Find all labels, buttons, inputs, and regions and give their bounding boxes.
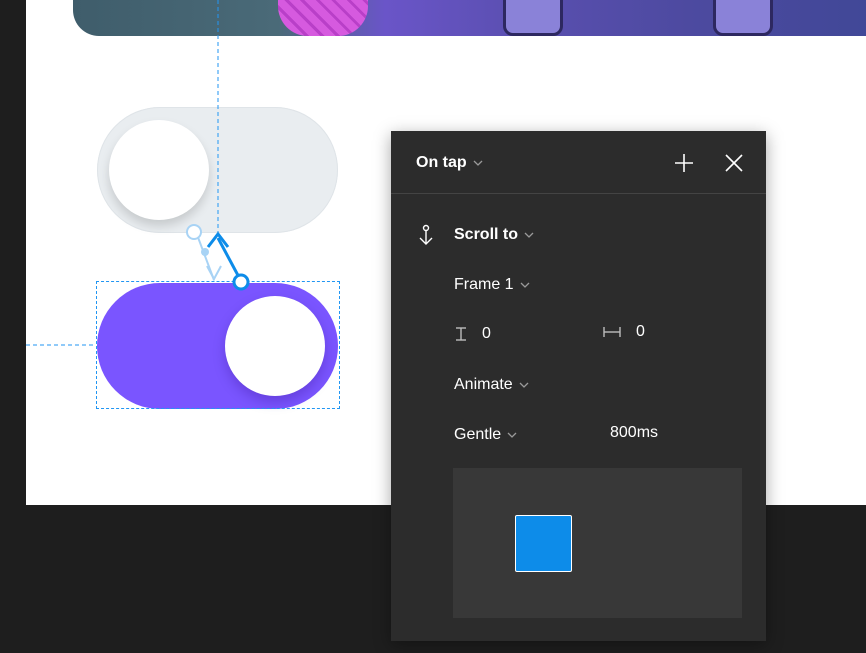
offset-y-value: 0 [482, 325, 491, 342]
animation-label: Animate [454, 376, 513, 393]
destination-dropdown[interactable]: Frame 1 [454, 274, 530, 296]
illustration-robot-2 [713, 0, 773, 36]
chevron-down-icon [524, 232, 534, 238]
interaction-panel: On tap Scroll to Frame 1 0 0 Animate Gen… [391, 131, 766, 641]
offset-x-field[interactable]: 0 [602, 323, 645, 341]
horizontal-offset-icon [603, 327, 621, 337]
anchor-icon [419, 224, 433, 245]
trigger-dropdown[interactable]: On tap [416, 153, 483, 173]
hero-illustration[interactable] [73, 0, 866, 36]
chevron-down-icon [520, 282, 530, 288]
offset-row: 0 0 [454, 323, 645, 345]
chevron-down-icon [473, 160, 483, 166]
chevron-down-icon [519, 382, 529, 388]
easing-dropdown[interactable]: Gentle [454, 426, 517, 444]
vertical-offset-icon [456, 327, 466, 341]
chevron-down-icon [507, 432, 517, 438]
action-dropdown[interactable]: Scroll to [416, 224, 534, 246]
offset-y-field[interactable]: 0 [454, 325, 491, 343]
illustration-robot-1 [503, 0, 563, 36]
toggle-off-knob [109, 120, 209, 220]
action-label: Scroll to [454, 226, 519, 243]
illustration-pink-shape [278, 0, 368, 36]
offset-x-value: 0 [636, 323, 645, 340]
selection-outline [96, 281, 340, 409]
animation-dropdown[interactable]: Animate [454, 374, 529, 396]
easing-label: Gentle [454, 426, 502, 443]
duration-field[interactable]: 800ms [610, 424, 658, 442]
panel-header: On tap [391, 131, 766, 194]
easing-row: Gentle 800ms [454, 424, 658, 446]
preview-square [515, 515, 572, 572]
trigger-label: On tap [416, 154, 467, 171]
destination-label: Frame 1 [454, 276, 514, 293]
plus-icon[interactable] [673, 152, 695, 174]
close-icon[interactable] [723, 152, 745, 174]
animation-preview [453, 468, 742, 618]
toggle-off-frame[interactable] [97, 107, 338, 233]
